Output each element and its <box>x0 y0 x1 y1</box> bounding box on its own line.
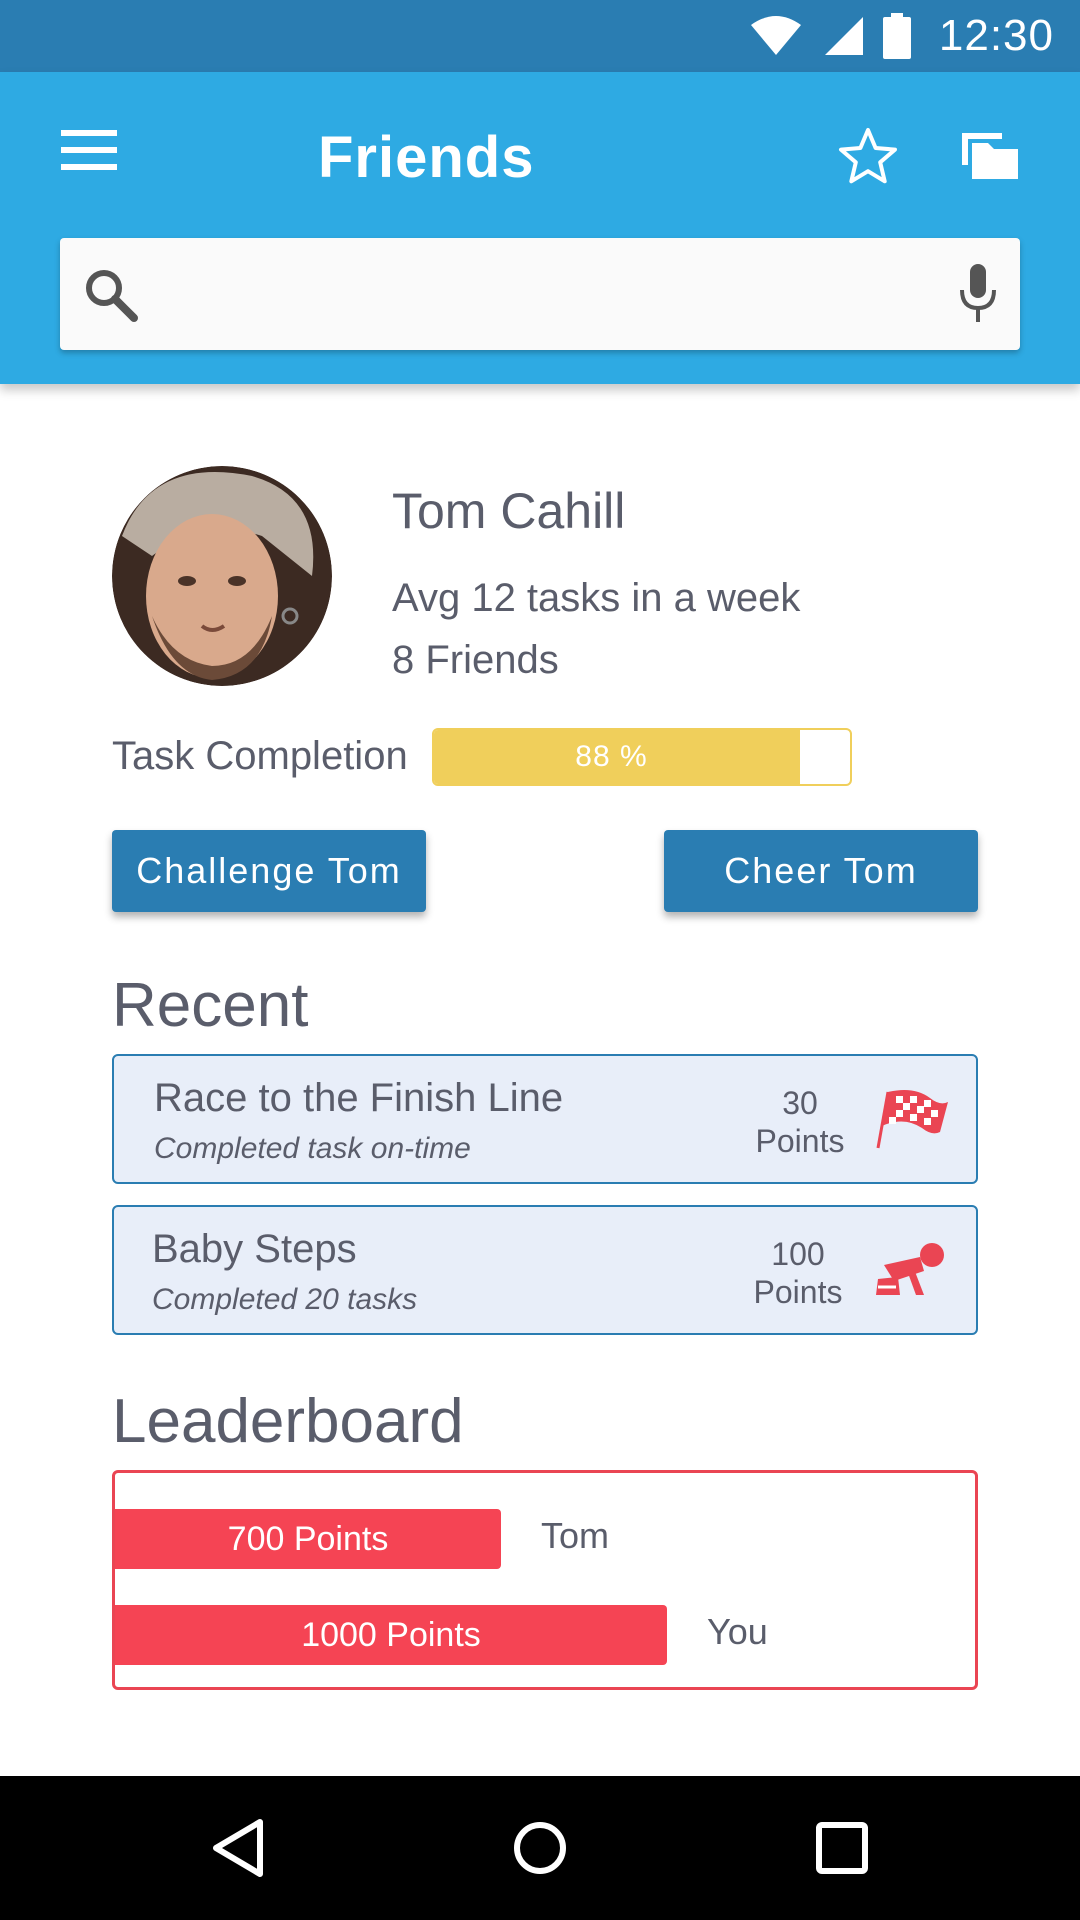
checkered-flag-icon <box>876 1090 948 1149</box>
recent-heading: Recent <box>112 971 309 1040</box>
recent-item-points: 100 Points <box>738 1235 858 1311</box>
status-bar: 12:30 <box>0 0 1080 72</box>
points-label: Points <box>753 1274 843 1310</box>
recent-item-points: 30 Points <box>740 1084 860 1160</box>
recents-button[interactable] <box>772 1776 912 1920</box>
app-bar: Friends <box>0 72 1080 384</box>
search-bar[interactable] <box>60 238 1020 350</box>
folders-icon <box>962 133 1018 179</box>
avg-tasks-text: Avg 12 tasks in a week <box>392 576 801 620</box>
leaderboard-name: Tom <box>541 1515 610 1556</box>
task-completion-progress: 88 % <box>432 728 852 786</box>
recent-item-subtitle: Completed 20 tasks <box>152 1283 418 1316</box>
status-time: 12:30 <box>938 11 1054 60</box>
baby-crawling-icon <box>876 1243 944 1295</box>
recent-item[interactable]: Baby Steps Completed 20 tasks 100 Points <box>112 1205 978 1335</box>
cheer-button[interactable]: Cheer Tom <box>664 830 978 912</box>
page-title: Friends <box>318 125 535 190</box>
avatar <box>112 466 332 686</box>
wifi-icon <box>750 16 801 55</box>
recents-square-icon <box>816 1822 868 1874</box>
leaderboard-bar: 1000 Points <box>115 1605 667 1665</box>
points-label: Points <box>755 1123 845 1159</box>
signal-icon <box>824 17 863 55</box>
recent-item-title: Baby Steps <box>152 1227 357 1271</box>
back-button[interactable] <box>168 1776 308 1920</box>
challenge-button[interactable]: Challenge Tom <box>112 830 426 912</box>
home-button[interactable] <box>470 1776 610 1920</box>
profile-name: Tom Cahill <box>392 483 626 539</box>
microphone-icon[interactable] <box>958 264 998 324</box>
profile-photo <box>112 466 332 686</box>
battery-icon <box>882 13 911 59</box>
search-input[interactable] <box>210 258 970 330</box>
points-value: 30 <box>782 1085 818 1121</box>
leaderboard-bar: 700 Points <box>115 1509 501 1569</box>
folders-button[interactable] <box>960 126 1020 182</box>
recent-item-title: Race to the Finish Line <box>154 1076 564 1120</box>
star-icon <box>839 128 897 184</box>
task-completion-label: Task Completion <box>112 734 408 778</box>
recent-item-subtitle: Completed task on-time <box>154 1132 471 1165</box>
favorite-button[interactable] <box>836 124 900 188</box>
points-value: 100 <box>771 1236 825 1272</box>
friends-count: 8 Friends <box>392 638 559 682</box>
status-icons: 12:30 <box>749 0 1054 72</box>
search-icon <box>86 270 138 322</box>
system-nav-bar <box>0 1776 1080 1920</box>
back-triangle-icon <box>213 1819 263 1877</box>
menu-button[interactable] <box>58 124 120 176</box>
leaderboard-name: You <box>707 1611 768 1652</box>
leaderboard-heading: Leaderboard <box>112 1387 464 1456</box>
recent-item[interactable]: Race to the Finish Line Completed task o… <box>112 1054 978 1184</box>
hamburger-menu-icon <box>61 130 117 170</box>
home-circle-icon <box>514 1822 566 1874</box>
progress-text: 88 % <box>575 740 648 773</box>
leaderboard: 700 Points Tom 1000 Points You <box>112 1470 978 1690</box>
